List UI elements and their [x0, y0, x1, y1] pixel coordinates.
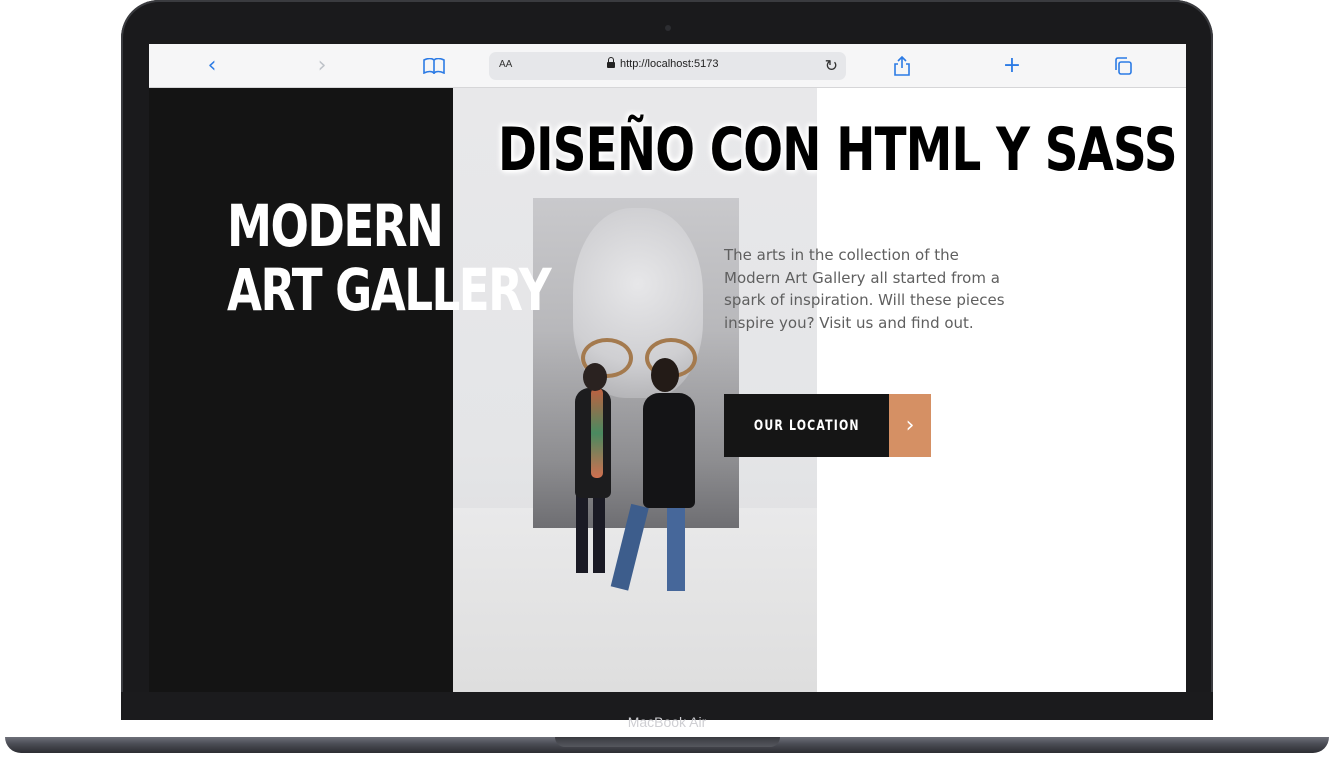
hero-title-line2: ART GALLERY [227, 256, 552, 324]
visitor-man [643, 393, 695, 508]
visitor-man-head [651, 358, 679, 392]
visitor-woman-head [583, 363, 607, 391]
portrait-painting [533, 198, 739, 528]
laptop-hinge-notch [555, 737, 780, 747]
visitor-woman [576, 493, 588, 573]
share-button[interactable] [889, 53, 915, 79]
hero-dark-panel [149, 88, 453, 692]
chevron-right-icon[interactable]: › [889, 394, 931, 457]
url-display[interactable]: http://localhost:5173 [607, 56, 719, 70]
visitor-scarf [591, 388, 603, 478]
lock-icon [607, 56, 615, 69]
visitor-woman [593, 493, 605, 573]
hero-description: The arts in the collection of the Modern… [724, 246, 1005, 332]
hero-title-line1: MODERN [227, 192, 444, 260]
tabs-icon [1115, 57, 1132, 75]
back-button[interactable]: ‹ [199, 53, 225, 79]
browser-toolbar: ‹ › AA http://localhost:5173 ↻ + [149, 44, 1186, 88]
camera-icon [665, 25, 671, 31]
our-location-button[interactable]: OUR LOCATION › [724, 394, 931, 457]
overlay-caption: DISEÑO CON HTML Y SASS [498, 115, 1178, 185]
visitor-man [667, 506, 685, 591]
forward-button[interactable]: › [309, 53, 335, 79]
our-location-label[interactable]: OUR LOCATION [724, 394, 889, 457]
reload-icon[interactable]: ↻ [825, 56, 838, 75]
tabs-button[interactable] [1110, 53, 1136, 79]
address-bar[interactable]: AA http://localhost:5173 ↻ [489, 52, 846, 80]
device-brand: MacBook Air [627, 714, 707, 730]
share-icon [894, 56, 910, 76]
reader-aa-button[interactable]: AA [499, 59, 512, 70]
reader-button[interactable] [421, 53, 447, 79]
book-icon [423, 58, 445, 74]
new-tab-button[interactable]: + [999, 53, 1025, 79]
hero-title: MODERN ART GALLERY [227, 192, 552, 324]
url-text: http://localhost:5173 [620, 58, 719, 70]
